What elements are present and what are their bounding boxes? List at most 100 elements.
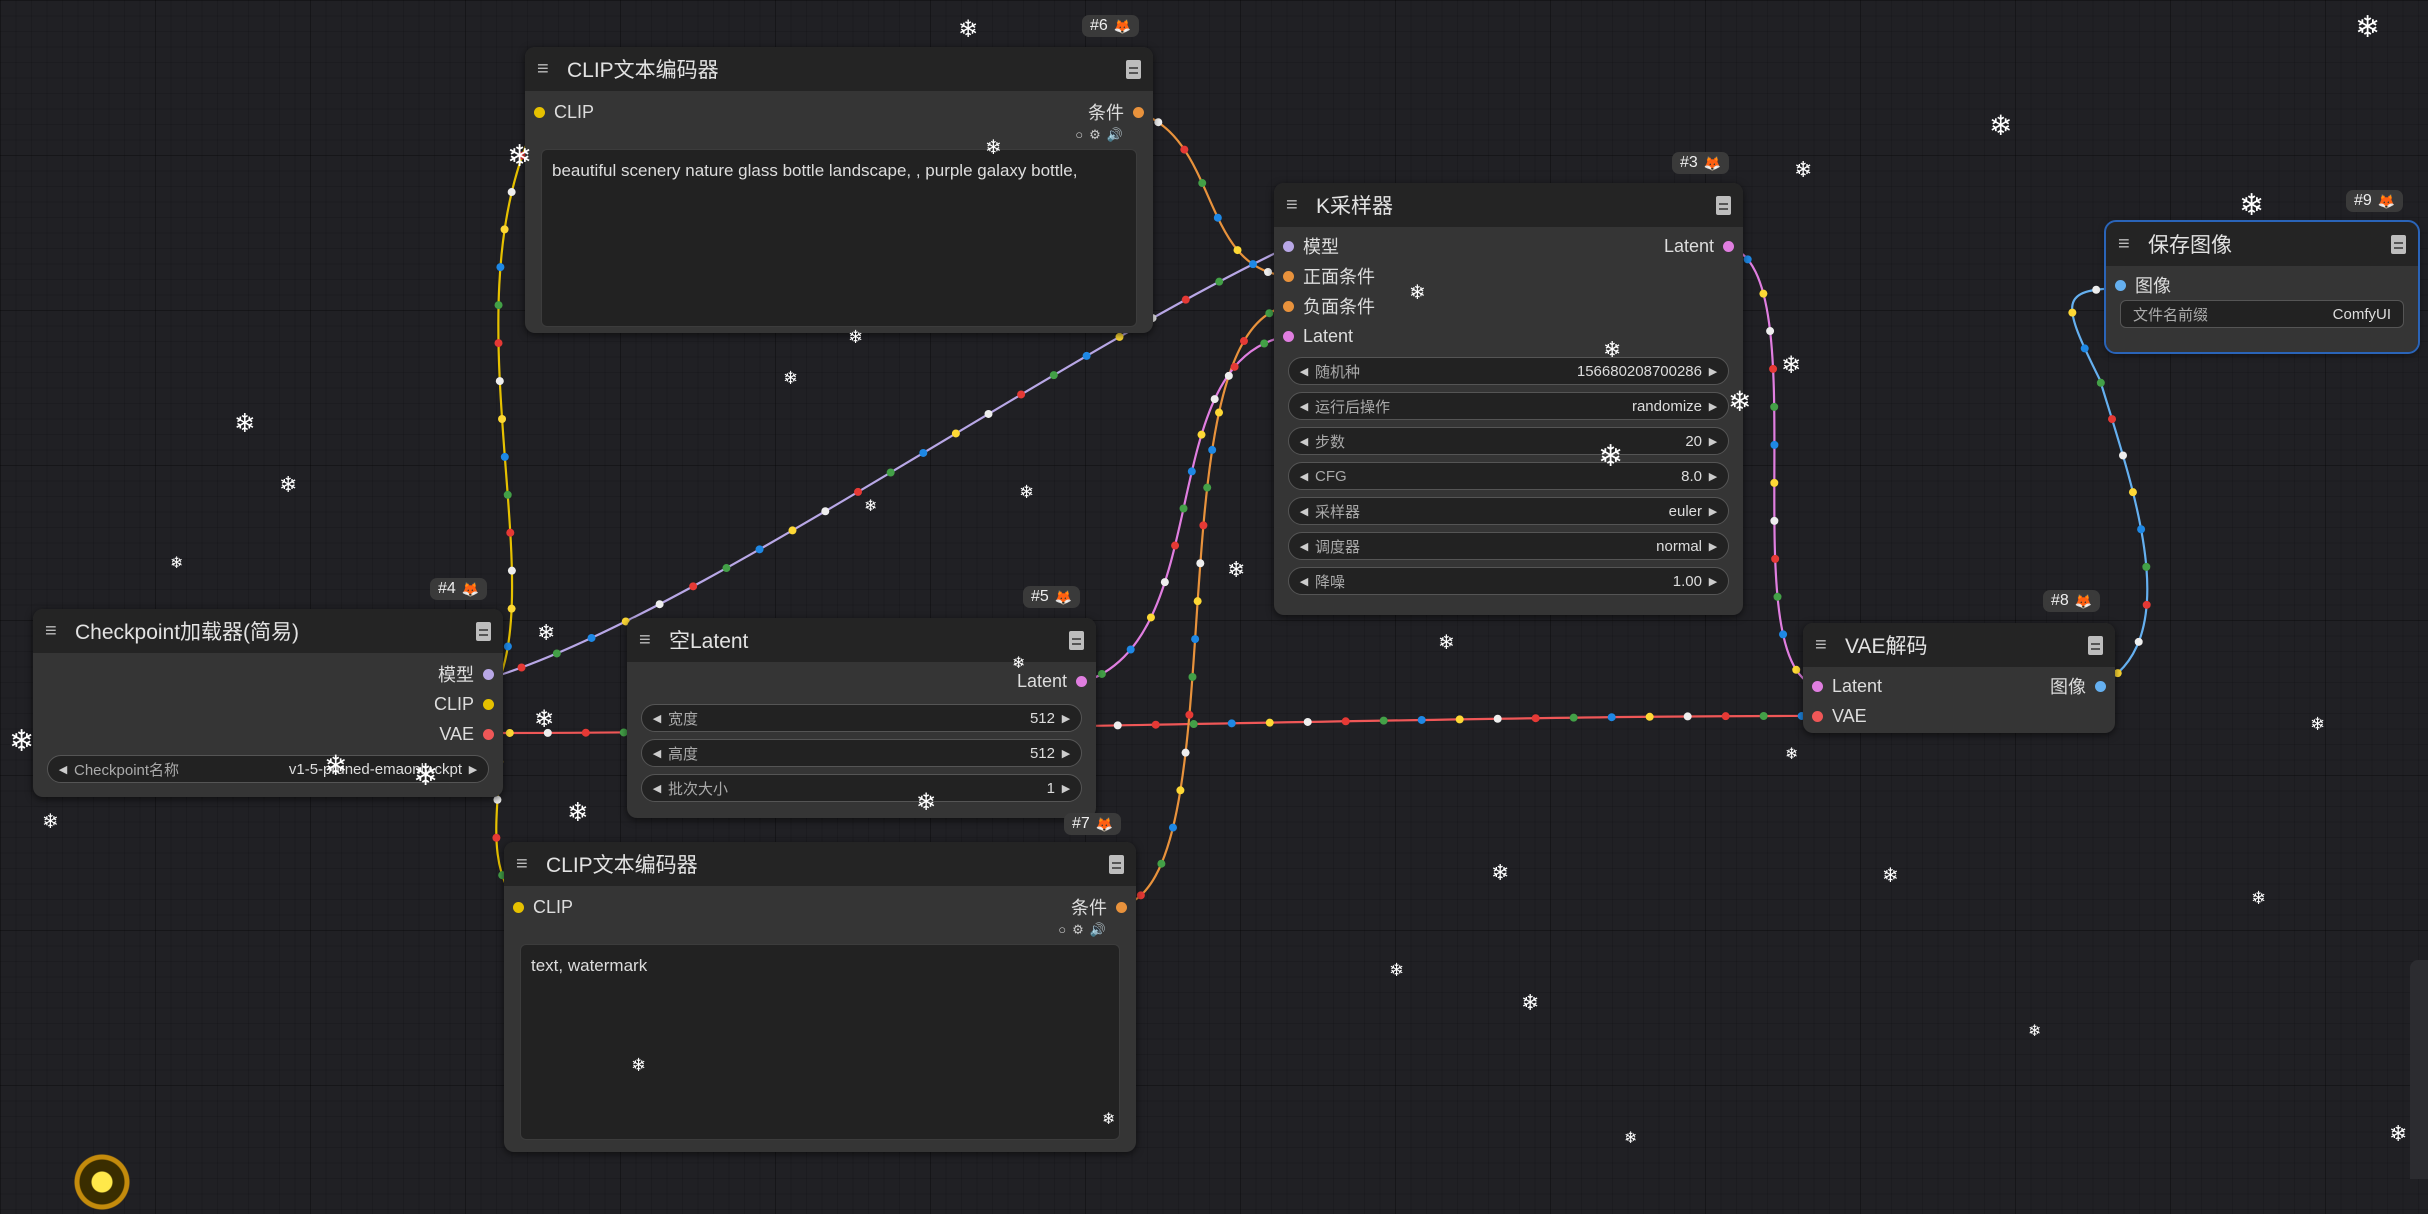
slot-dot[interactable]: [2095, 680, 2106, 692]
slot-dot[interactable]: [483, 728, 494, 740]
widget-control-after-generate[interactable]: ◀ 运行后操作 randomize ▶: [1288, 392, 1729, 420]
node-header[interactable]: ≡ Checkpoint加载器(简易): [33, 609, 503, 653]
widget-filename-prefix[interactable]: 文件名前缀 ComfyUI: [2120, 300, 2404, 328]
output-slot-latent[interactable]: Latent: [1017, 671, 1096, 692]
gear-icon[interactable]: ⚙: [1072, 922, 1084, 938]
k-sampler-node[interactable]: ≡ K采样器 模型 Latent 正面条件 负面条件 Latent ◀ 随机种 15…: [1274, 183, 1743, 615]
widget-value[interactable]: 512: [1030, 710, 1059, 727]
arrow-left-icon[interactable]: ◀: [650, 747, 664, 760]
arrow-right-icon[interactable]: ▶: [1059, 747, 1073, 760]
arrow-left-icon[interactable]: ◀: [1297, 575, 1311, 588]
input-slot-vae[interactable]: VAE: [1803, 706, 1867, 727]
document-icon[interactable]: [1069, 630, 1084, 650]
input-slot-latent[interactable]: Latent: [1803, 676, 1882, 697]
arrow-right-icon[interactable]: ▶: [466, 763, 480, 776]
slot-dot[interactable]: [534, 106, 545, 118]
speaker-icon[interactable]: 🔊: [1090, 922, 1106, 938]
output-slot-clip[interactable]: CLIP: [434, 694, 503, 715]
checkpoint-loader-node[interactable]: ≡ Checkpoint加载器(简易) 模型 CLIP VAE ◀ Checkpo…: [33, 609, 503, 797]
input-slot-negative[interactable]: 负面条件: [1274, 293, 1375, 319]
document-icon[interactable]: [476, 621, 491, 641]
gear-icon[interactable]: ⚙: [1089, 127, 1101, 143]
hamburger-icon[interactable]: ≡: [45, 620, 67, 643]
output-slot-model[interactable]: 模型: [438, 661, 503, 687]
document-icon[interactable]: [2088, 635, 2103, 655]
circle-icon[interactable]: ○: [1058, 922, 1066, 938]
slot-dot[interactable]: [483, 698, 494, 710]
widget-value[interactable]: euler: [1669, 503, 1706, 520]
node-header[interactable]: ≡ 保存图像: [2106, 222, 2418, 266]
output-slot-vae[interactable]: VAE: [439, 724, 503, 745]
input-slot-clip[interactable]: CLIP: [525, 102, 594, 123]
slot-dot[interactable]: [2115, 279, 2126, 291]
slot-dot[interactable]: [1812, 710, 1823, 722]
arrow-left-icon[interactable]: ◀: [1297, 470, 1311, 483]
empty-latent-node[interactable]: ≡ 空Latent Latent ◀ 宽度 512 ▶ ◀ 高度 512 ▶ ◀ 批次大小 1 ▶: [627, 618, 1096, 818]
hamburger-icon[interactable]: ≡: [2118, 233, 2140, 256]
slot-dot[interactable]: [1283, 270, 1294, 282]
vae-decode-node[interactable]: ≡ VAE解码 Latent 图像 VAE: [1803, 623, 2115, 733]
output-slot-latent[interactable]: Latent: [1664, 236, 1743, 257]
arrow-left-icon[interactable]: ◀: [1297, 435, 1311, 448]
node-header[interactable]: ≡ 空Latent: [627, 618, 1096, 662]
speaker-icon[interactable]: 🔊: [1107, 127, 1123, 143]
slot-dot[interactable]: [513, 901, 524, 913]
widget-value[interactable]: normal: [1656, 538, 1706, 555]
slot-dot[interactable]: [1076, 675, 1087, 687]
node-header[interactable]: ≡ CLIP文本编码器: [504, 842, 1136, 886]
status-indicator[interactable]: [70, 1150, 134, 1214]
widget-value[interactable]: 1.00: [1673, 573, 1706, 590]
document-icon[interactable]: [1716, 195, 1731, 215]
slot-dot[interactable]: [1283, 240, 1294, 252]
widget-value[interactable]: 1: [1047, 780, 1059, 797]
hamburger-icon[interactable]: ≡: [537, 58, 559, 81]
widget-value[interactable]: randomize: [1632, 398, 1706, 415]
save-image-node[interactable]: ≡ 保存图像 图像 文件名前缀 ComfyUI: [2104, 220, 2420, 354]
widget-height[interactable]: ◀ 高度 512 ▶: [641, 739, 1082, 767]
input-slot-clip[interactable]: CLIP: [504, 897, 573, 918]
arrow-left-icon[interactable]: ◀: [650, 782, 664, 795]
output-slot-image[interactable]: 图像: [2050, 673, 2115, 699]
arrow-right-icon[interactable]: ▶: [1706, 365, 1720, 378]
side-panel-edge[interactable]: [2410, 960, 2428, 1179]
widget-value[interactable]: 512: [1030, 745, 1059, 762]
arrow-right-icon[interactable]: ▶: [1706, 400, 1720, 413]
slot-dot[interactable]: [1116, 901, 1127, 913]
arrow-left-icon[interactable]: ◀: [1297, 540, 1311, 553]
widget-value[interactable]: ComfyUI: [2333, 306, 2395, 323]
slot-dot[interactable]: [1133, 106, 1144, 118]
widget-value[interactable]: 8.0: [1681, 468, 1706, 485]
slot-dot[interactable]: [1812, 680, 1823, 692]
widget-denoise[interactable]: ◀ 降噪 1.00 ▶: [1288, 567, 1729, 595]
arrow-right-icon[interactable]: ▶: [1059, 712, 1073, 725]
hamburger-icon[interactable]: ≡: [639, 629, 661, 652]
node-header[interactable]: ≡ K采样器: [1274, 183, 1743, 227]
widget-checkpoint-name[interactable]: ◀ Checkpoint名称 v1-5-pruned-emaonly.ckpt ▶: [47, 755, 489, 783]
widget-batch-size[interactable]: ◀ 批次大小 1 ▶: [641, 774, 1082, 802]
arrow-right-icon[interactable]: ▶: [1706, 470, 1720, 483]
slot-dot[interactable]: [1723, 240, 1734, 252]
widget-value[interactable]: 156680208700286: [1577, 363, 1706, 380]
hamburger-icon[interactable]: ≡: [516, 853, 538, 876]
slot-dot[interactable]: [1283, 330, 1294, 342]
arrow-left-icon[interactable]: ◀: [56, 763, 70, 776]
input-slot-images[interactable]: 图像: [2106, 272, 2171, 298]
document-icon[interactable]: [2391, 234, 2406, 254]
widget-scheduler[interactable]: ◀ 调度器 normal ▶: [1288, 532, 1729, 560]
document-icon[interactable]: [1109, 854, 1124, 874]
arrow-right-icon[interactable]: ▶: [1706, 505, 1720, 518]
output-slot-conditioning[interactable]: 条件: [1071, 894, 1136, 920]
arrow-left-icon[interactable]: ◀: [1297, 505, 1311, 518]
arrow-right-icon[interactable]: ▶: [1706, 435, 1720, 448]
arrow-right-icon[interactable]: ▶: [1059, 782, 1073, 795]
input-slot-latent[interactable]: Latent: [1274, 326, 1353, 347]
slot-dot[interactable]: [1283, 300, 1294, 312]
arrow-right-icon[interactable]: ▶: [1706, 540, 1720, 553]
output-slot-conditioning[interactable]: 条件: [1088, 99, 1153, 125]
hamburger-icon[interactable]: ≡: [1815, 634, 1837, 657]
widget-value[interactable]: v1-5-pruned-emaonly.ckpt: [289, 761, 466, 778]
arrow-right-icon[interactable]: ▶: [1706, 575, 1720, 588]
widget-value[interactable]: 20: [1685, 433, 1706, 450]
widget-width[interactable]: ◀ 宽度 512 ▶: [641, 704, 1082, 732]
document-icon[interactable]: [1126, 59, 1141, 79]
